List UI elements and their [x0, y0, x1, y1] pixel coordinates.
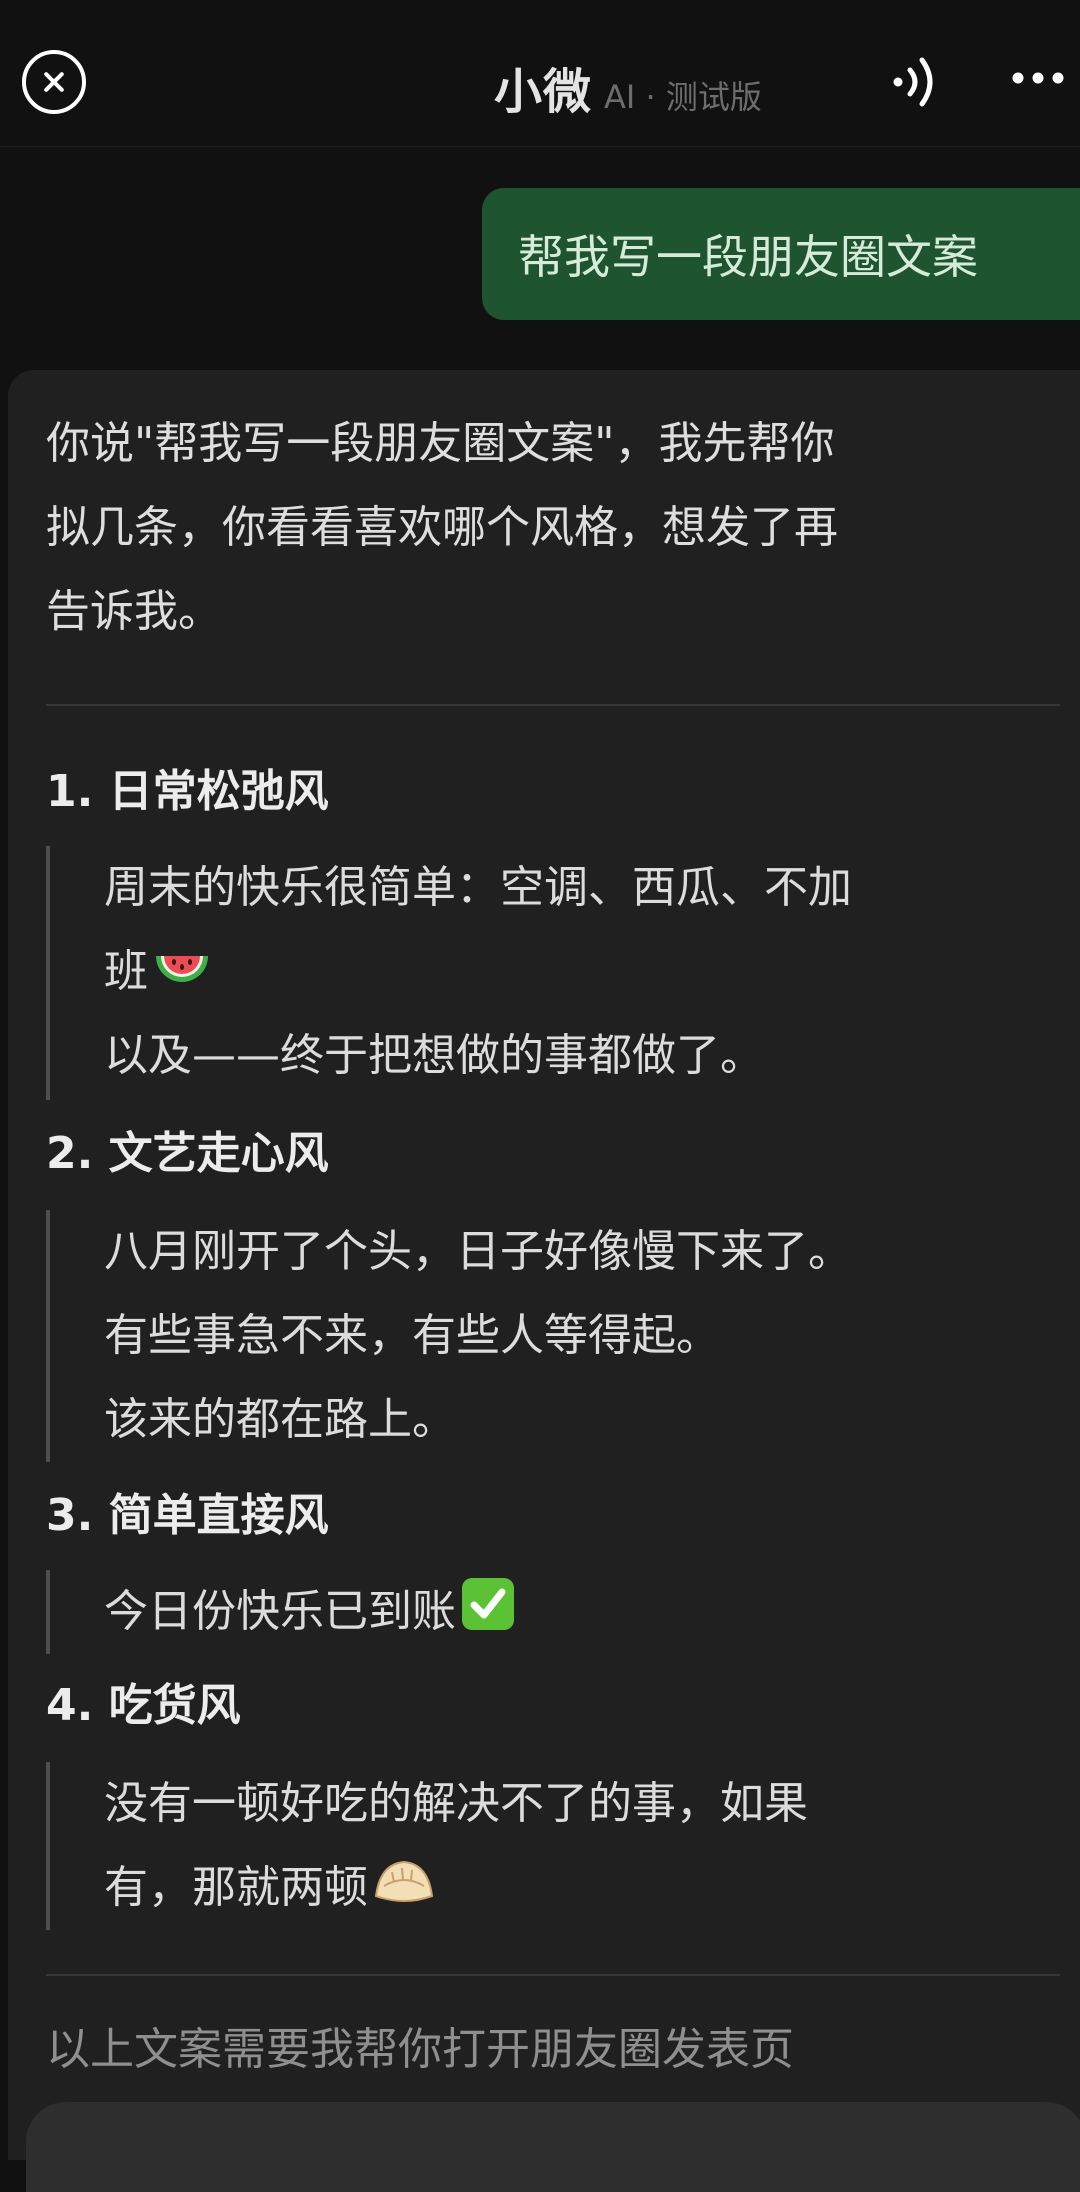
quote-line-text: 今日份快乐已到账 — [104, 1586, 456, 1637]
quote-line: 周末的快乐很简单：空调、西瓜、不加 — [104, 862, 852, 913]
intro-line: 告诉我。 — [46, 586, 222, 637]
quote-line-text: 班 — [104, 946, 148, 997]
sound-wave-icon[interactable] — [888, 50, 948, 114]
quote-line: 该来的都在路上。 — [104, 1394, 456, 1445]
intro-line: 你说"帮我写一段朋友圈文案"，我先帮你 — [46, 418, 835, 469]
check-mark-emoji — [462, 1578, 514, 1630]
style-heading-2: 2. 文艺走心风 — [46, 1128, 329, 1179]
style-quote-3: 今日份快乐已到账 — [46, 1570, 1066, 1654]
style-quote-2: 八月刚开了个头，日子好像慢下来了。 有些事急不来，有些人等得起。 该来的都在路上… — [46, 1210, 1066, 1462]
style-quote-1: 周末的快乐很简单：空调、西瓜、不加 班 以及——终于把想做的事都做了。 — [46, 846, 1066, 1100]
user-message-bubble[interactable]: 帮我写一段朋友圈文案 — [482, 188, 1080, 320]
close-icon[interactable] — [22, 50, 86, 114]
quote-line: 没有一顿好吃的解决不了的事，如果 — [104, 1778, 808, 1829]
ai-response-card: 你说"帮我写一段朋友圈文案"，我先帮你 拟几条，你看看喜欢哪个风格，想发了再 告… — [8, 370, 1080, 2160]
dumpling-emoji — [374, 1860, 434, 1902]
quote-line: 有些事急不来，有些人等得起。 — [104, 1310, 720, 1361]
page-subtitle: AI · 测试版 — [604, 78, 762, 116]
quote-line: 以及——终于把想做的事都做了。 — [104, 1030, 764, 1081]
ai-intro-text: 你说"帮我写一段朋友圈文案"，我先帮你 拟几条，你看看喜欢哪个风格，想发了再 告… — [46, 402, 1056, 654]
intro-line: 拟几条，你看看喜欢哪个风格，想发了再 — [46, 502, 838, 553]
divider — [46, 704, 1060, 706]
style-heading-1: 1. 日常松弛风 — [46, 766, 329, 817]
style-heading-3: 3. 简单直接风 — [46, 1490, 329, 1541]
header-title-group: 小微 AI · 测试版 — [494, 52, 762, 120]
quote-line-text: 有，那就两顿 — [104, 1862, 368, 1913]
quote-line-with-emoji: 有，那就两顿 — [104, 1846, 1066, 1930]
quote-line-with-emoji: 班 — [104, 930, 1066, 1014]
quote-line-with-emoji: 今日份快乐已到账 — [104, 1570, 1066, 1654]
more-dots-icon[interactable] — [1008, 56, 1068, 100]
style-heading-4: 4. 吃货风 — [46, 1680, 241, 1731]
style-quote-4: 没有一顿好吃的解决不了的事，如果 有，那就两顿 — [46, 1762, 1066, 1930]
divider — [46, 1974, 1060, 1976]
top-bar: 小微 AI · 测试版 — [0, 0, 1080, 147]
message-input-bar[interactable] — [26, 2102, 1080, 2192]
page-title: 小微 — [494, 64, 593, 120]
watermelon-emoji — [156, 956, 208, 982]
quote-line: 八月刚开了个头，日子好像慢下来了。 — [104, 1226, 852, 1277]
ai-footer-text: 以上文案需要我帮你打开朋友圈发表页 — [46, 2024, 794, 2075]
